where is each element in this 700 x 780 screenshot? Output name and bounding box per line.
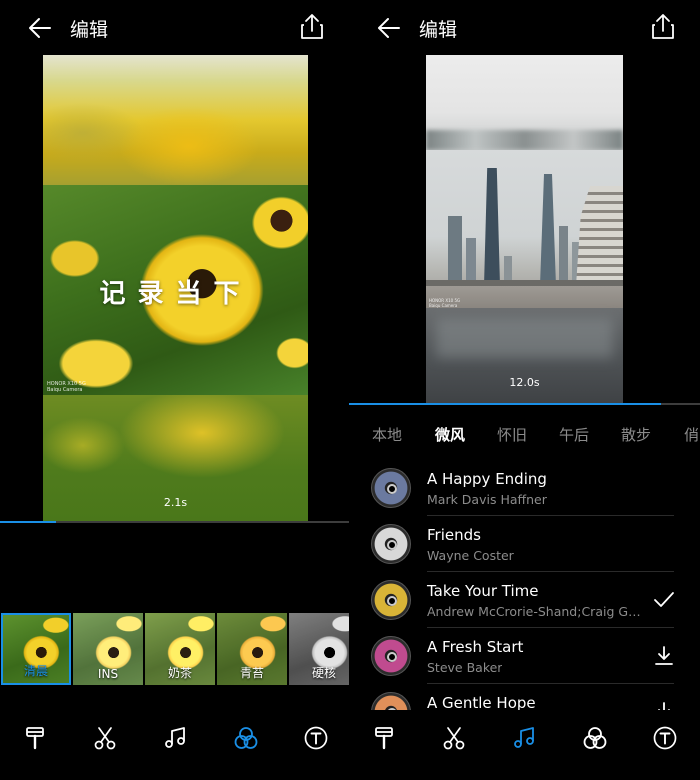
music-note-icon[interactable]	[162, 725, 188, 751]
track-artist: Mark Davis Haffner	[427, 492, 547, 507]
track-title: A Gentle Hope	[427, 694, 536, 710]
left-editor-screen: 编辑 HONOR X10 5G Baiqu Camera 记录当下 2.1s 清…	[0, 0, 349, 780]
track-title: Friends	[427, 526, 481, 544]
filter-item-naicha[interactable]: 奶茶	[145, 613, 215, 685]
blurred-background-top	[43, 55, 308, 185]
download-icon[interactable]	[652, 644, 676, 668]
tab-more[interactable]: 俏	[684, 424, 699, 445]
header: 编辑	[349, 0, 700, 56]
track-item[interactable]: A Happy Ending Mark Davis Haffner	[349, 460, 700, 516]
track-item[interactable]: A Gentle Hope	[349, 684, 700, 710]
track-artist: Wayne Coster	[427, 548, 514, 563]
right-editor-screen: 编辑 HONOR X10 5G Baiqu Camera 12.0s 本地 微风…	[349, 0, 700, 780]
text-icon[interactable]	[652, 725, 678, 751]
page-title: 编辑	[419, 19, 458, 41]
tab-afternoon[interactable]: 午后	[559, 424, 589, 445]
tab-breeze[interactable]: 微风	[435, 424, 465, 445]
track-title: Take Your Time	[427, 582, 539, 600]
theme-brush-icon[interactable]	[22, 725, 48, 751]
progress-fill	[0, 521, 56, 523]
music-track-list: A Happy Ending Mark Davis Haffner Friend…	[349, 460, 700, 710]
tab-walk[interactable]: 散步	[621, 424, 651, 445]
filter-label: 硬核	[311, 666, 336, 680]
album-disc-icon	[371, 468, 411, 508]
overlay-text: 记录当下	[99, 279, 252, 309]
scissors-icon[interactable]	[92, 725, 118, 751]
tab-local[interactable]: 本地	[372, 424, 402, 445]
filter-item-yinghe[interactable]: 硬核	[289, 613, 349, 685]
share-icon[interactable]	[299, 13, 325, 41]
text-icon[interactable]	[303, 725, 329, 751]
filter-item-qingtai[interactable]: 青苔	[217, 613, 287, 685]
filter-label: INS	[97, 667, 119, 681]
track-title: A Happy Ending	[427, 470, 547, 488]
page-title: 编辑	[70, 19, 109, 41]
album-disc-icon	[371, 580, 411, 620]
checkmark-icon[interactable]	[652, 588, 676, 612]
album-disc-icon	[371, 692, 411, 710]
album-disc-icon	[371, 524, 411, 564]
theme-brush-icon[interactable]	[371, 725, 397, 751]
share-icon[interactable]	[650, 13, 676, 41]
scissors-icon[interactable]	[441, 725, 467, 751]
clip-duration: 12.0s	[509, 376, 540, 389]
music-category-tabs: 本地 微风 怀旧 午后 散步 俏	[349, 420, 700, 448]
track-item[interactable]: A Fresh Start Steve Baker	[349, 628, 700, 684]
video-preview[interactable]: HONOR X10 5G Baiqu Camera 记录当下 2.1s	[43, 55, 308, 521]
progress-fill	[349, 403, 662, 405]
clip-duration: 2.1s	[163, 496, 188, 509]
back-arrow-icon[interactable]	[375, 14, 403, 42]
filter-strip: 清晨 INS 奶茶 青苔 硬核	[0, 613, 349, 685]
video-preview[interactable]: HONOR X10 5G Baiqu Camera 12.0s	[426, 55, 623, 403]
filter-circles-icon[interactable]	[233, 725, 259, 751]
filter-item-qingchen[interactable]: 清晨	[1, 613, 71, 685]
back-arrow-icon[interactable]	[26, 14, 54, 42]
timeline-progress[interactable]	[0, 521, 349, 523]
track-item[interactable]: Take Your Time Andrew McCrorie-Shand;Cra…	[349, 572, 700, 628]
tab-nostalgia[interactable]: 怀旧	[497, 424, 527, 445]
filter-circles-icon[interactable]	[582, 725, 608, 751]
track-item[interactable]: Friends Wayne Coster	[349, 516, 700, 572]
album-disc-icon	[371, 636, 411, 676]
camera-watermark: HONOR X10 5G Baiqu Camera	[429, 298, 461, 308]
track-artist: Andrew McCrorie-Shand;Craig Ga...	[427, 604, 642, 619]
city-skyline-photo	[426, 150, 623, 308]
filter-item-ins[interactable]: INS	[73, 613, 143, 685]
bottom-toolbar	[349, 715, 700, 761]
camera-watermark: HONOR X10 5G Baiqu Camera	[47, 381, 86, 393]
bottom-toolbar	[0, 715, 349, 761]
header: 编辑	[0, 0, 349, 56]
download-icon[interactable]	[652, 700, 676, 710]
filter-label: 奶茶	[167, 666, 192, 680]
filter-label: 清晨	[23, 664, 48, 678]
track-title: A Fresh Start	[427, 638, 524, 656]
music-note-icon[interactable]	[511, 725, 537, 751]
blurred-background-top	[426, 55, 623, 150]
track-artist: Steve Baker	[427, 660, 503, 675]
timeline-progress[interactable]	[349, 403, 700, 405]
filter-label: 青苔	[239, 666, 264, 680]
